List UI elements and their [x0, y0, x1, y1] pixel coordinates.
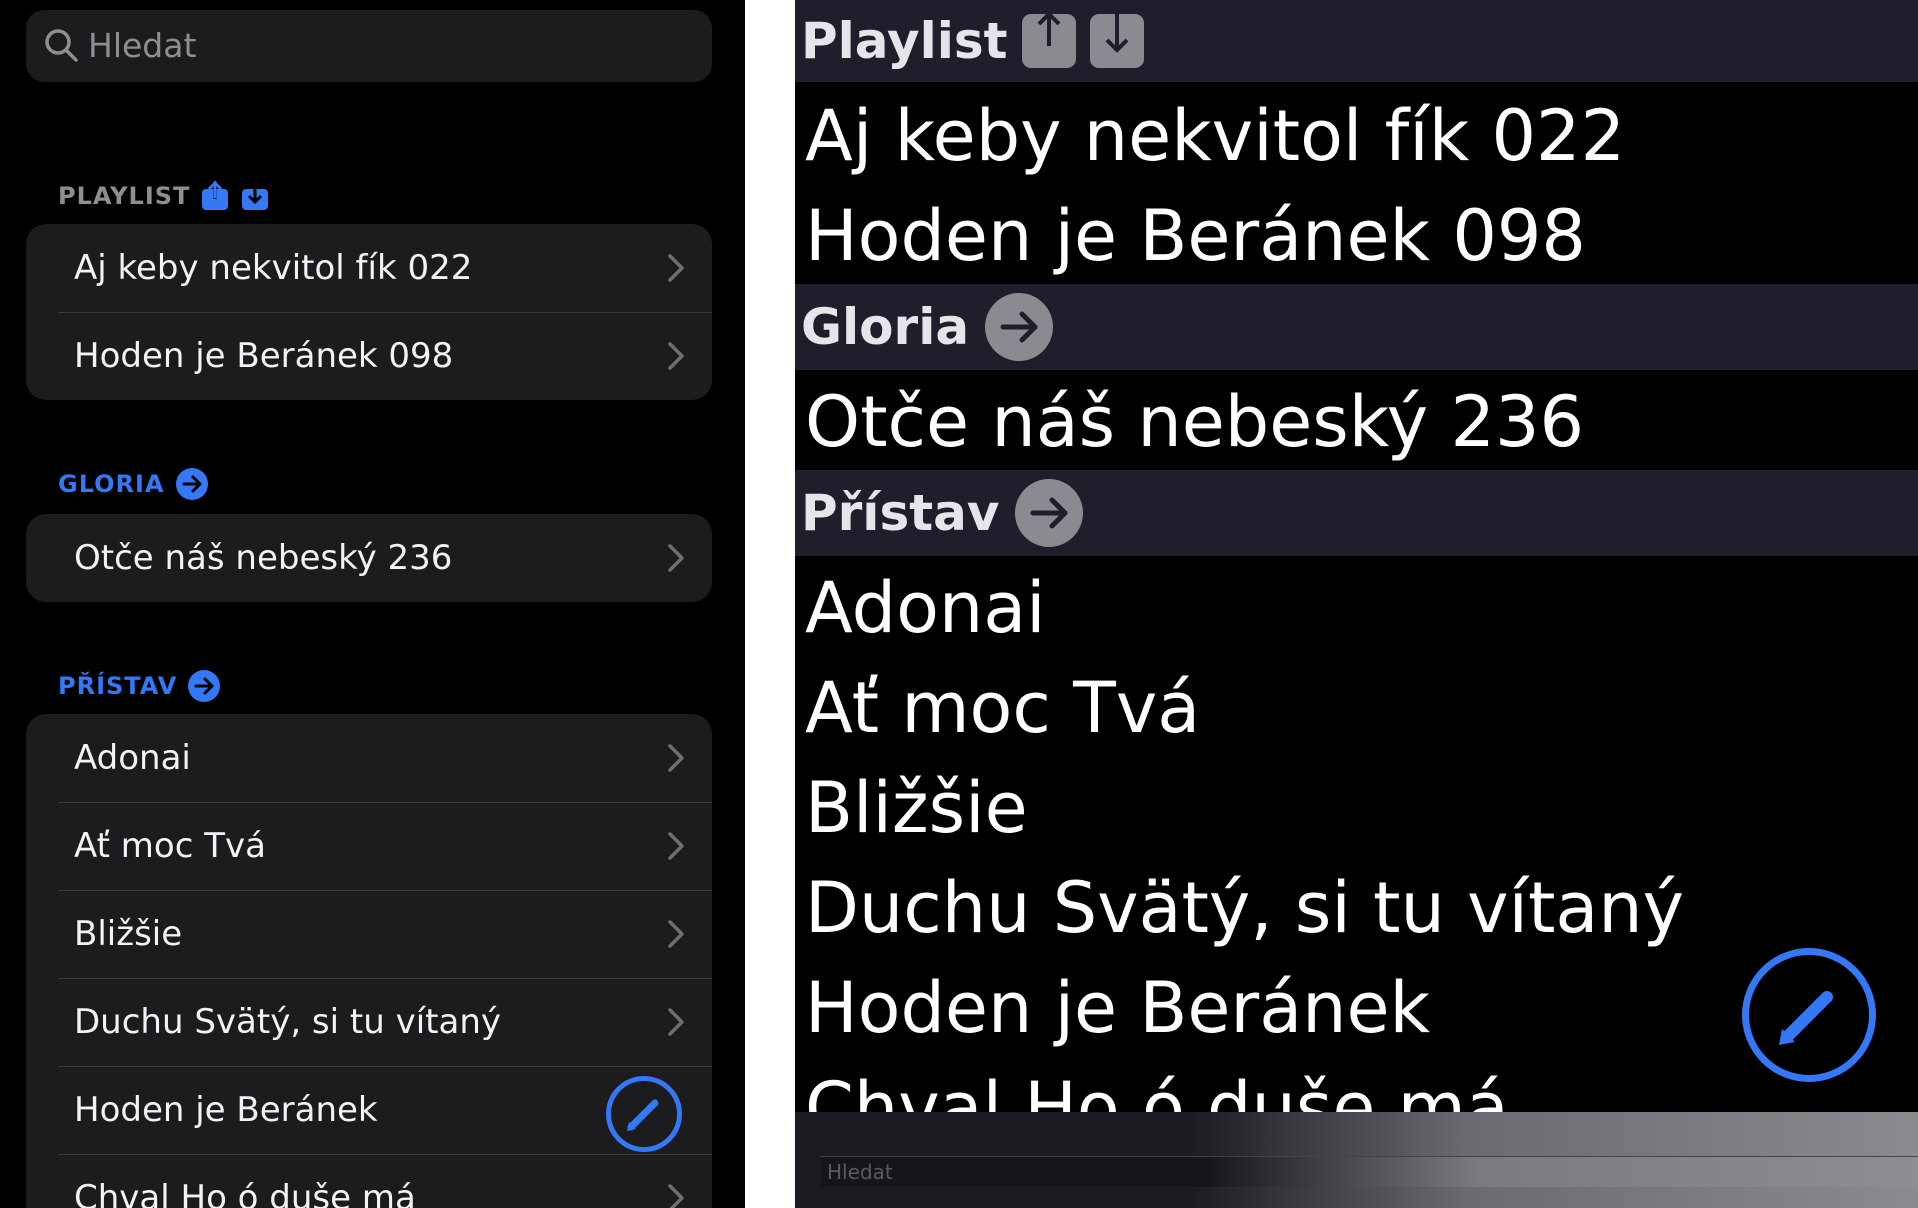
list-item[interactable]: Duchu Svätý, si tu vítaný: [805, 858, 1684, 958]
download-button[interactable]: [1089, 14, 1144, 68]
list-item[interactable]: Chval Ho ó duše má: [26, 1154, 712, 1208]
list-item[interactable]: Ať moc Tvá: [805, 658, 1200, 758]
share-button[interactable]: [1021, 11, 1076, 68]
section-title: Přístav: [801, 484, 1000, 542]
list-item-label: Otče náš nebeský 236: [74, 538, 453, 578]
song-list-large-pane: Playlist Aj keby nekvitol fík 022 Hoden …: [795, 0, 1918, 1208]
list-item-label: Bližšie: [74, 914, 183, 954]
section-header-playlist: PLAYLIST: [58, 176, 270, 216]
search-icon: [45, 29, 78, 62]
chevron-right-icon: [668, 254, 684, 282]
chevron-right-icon: [668, 744, 684, 772]
pencil-icon: [627, 1099, 659, 1131]
list-item[interactable]: Ať moc Tvá: [26, 802, 712, 890]
open-section-button[interactable]: [985, 293, 1054, 361]
pencil-icon: [1779, 991, 1833, 1045]
list-item[interactable]: Duchu Svätý, si tu vítaný: [26, 978, 712, 1066]
download-icon: [1105, 14, 1128, 53]
search-field[interactable]: Hledat: [26, 10, 712, 82]
share-up-icon: [1037, 11, 1060, 46]
list-item[interactable]: Hoden je Beránek 098: [805, 186, 1586, 286]
pristav-group: Adonai Ať moc Tvá Bližšie Duchu Svätý, s…: [26, 714, 712, 1208]
gloria-group: Otče náš nebeský 236: [26, 514, 712, 602]
section-header-gloria: Gloria: [795, 284, 1918, 370]
list-item-label: Hoden je Beránek: [74, 1090, 378, 1130]
list-item-label: Chval Ho ó duše má: [74, 1178, 416, 1208]
chevron-right-icon: [668, 1008, 684, 1036]
list-item-label: Hoden je Beránek 098: [74, 336, 454, 376]
ios-song-list-pane: Hledat PLAYLIST Aj keby nekvitol fík 022…: [0, 0, 745, 1208]
playlist-group: Aj keby nekvitol fík 022 Hoden je Beráne…: [26, 224, 712, 400]
section-title: PŘÍSTAV: [58, 672, 178, 700]
search-placeholder: Hledat: [827, 1160, 893, 1184]
list-item[interactable]: Bližšie: [26, 890, 712, 978]
chevron-right-icon: [668, 920, 684, 948]
list-item[interactable]: Otče náš nebeský 236: [805, 372, 1584, 472]
share-up-icon[interactable]: [200, 181, 230, 211]
chevron-right-icon: [668, 342, 684, 370]
list-item[interactable]: Aj keby nekvitol fík 022: [26, 224, 712, 312]
section-title: GLORIA: [58, 470, 165, 498]
search-placeholder: Hledat: [88, 26, 197, 65]
list-item[interactable]: Hoden je Beránek 098: [26, 312, 712, 400]
list-item-label: Aj keby nekvitol fík 022: [74, 248, 473, 288]
open-section-button[interactable]: [1015, 479, 1084, 547]
list-item-label: Ať moc Tvá: [74, 826, 266, 866]
chevron-right-icon: [668, 832, 684, 860]
list-item[interactable]: Hoden je Beránek: [805, 958, 1430, 1058]
list-item[interactable]: Aj keby nekvitol fík 022: [805, 86, 1625, 186]
search-field[interactable]: Hledat: [821, 1156, 1918, 1187]
chevron-right-icon: [668, 1184, 684, 1208]
list-item[interactable]: Otče náš nebeský 236: [26, 514, 712, 602]
arrow-right-icon: [1030, 497, 1068, 529]
download-icon[interactable]: [240, 181, 270, 211]
section-header-pristav: Přístav: [795, 470, 1918, 556]
section-title: Gloria: [801, 298, 970, 356]
list-item-label: Adonai: [74, 738, 191, 778]
section-title: PLAYLIST: [58, 182, 191, 210]
edit-button[interactable]: [606, 1076, 682, 1152]
section-header-playlist: Playlist: [795, 0, 1918, 82]
section-header-gloria: GLORIA: [58, 464, 209, 504]
arrow-right-icon: [1000, 311, 1038, 343]
list-item[interactable]: Adonai: [26, 714, 712, 802]
edit-button[interactable]: [1742, 948, 1876, 1082]
section-title: Playlist: [801, 12, 1008, 70]
chevron-right-icon: [668, 544, 684, 572]
list-item[interactable]: Bližšie: [805, 758, 1028, 858]
list-item-label: Duchu Svätý, si tu vítaný: [74, 1002, 501, 1042]
list-item[interactable]: Adonai: [805, 558, 1046, 658]
arrow-right-circle-icon[interactable]: [187, 669, 221, 703]
arrow-right-circle-icon[interactable]: [175, 467, 209, 501]
section-header-pristav: PŘÍSTAV: [58, 666, 221, 706]
